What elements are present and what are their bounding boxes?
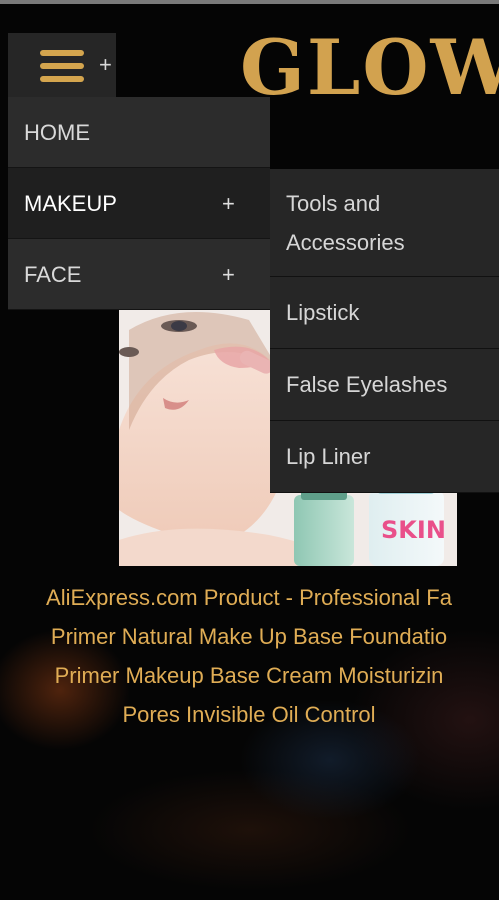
nav-item-face[interactable]: FACE + xyxy=(8,239,270,310)
caption-line: AliExpress.com Product - Professional Fa xyxy=(46,585,452,610)
caption-line: Pores Invisible Oil Control xyxy=(122,702,376,727)
status-strip xyxy=(0,0,499,4)
nav-item-home[interactable]: HOME xyxy=(8,97,270,168)
submenu-item-label: Tools and Accessories xyxy=(286,191,405,255)
nav-item-label: MAKEUP xyxy=(24,191,117,216)
nav-item-label: FACE xyxy=(24,262,82,287)
submenu-item-label: Lip Liner xyxy=(286,444,371,469)
menu-toggle-button[interactable]: + xyxy=(8,33,116,99)
submenu-item-lip-liner[interactable]: Lip Liner xyxy=(270,421,499,493)
expand-plus-icon[interactable]: + xyxy=(222,168,235,239)
expand-plus-icon[interactable]: + xyxy=(222,239,235,310)
submenu-item-label: False Eyelashes xyxy=(286,372,448,397)
nav-item-makeup[interactable]: MAKEUP + xyxy=(8,168,270,239)
submenu-item-label: Lipstick xyxy=(286,300,360,325)
submenu-item-tools-and-accessories[interactable]: Tools and Accessories xyxy=(270,169,499,277)
caption-line: Primer Makeup Base Cream Moisturizin xyxy=(54,663,444,688)
product-caption-link[interactable]: AliExpress.com Product - Professional Fa… xyxy=(0,578,499,734)
caption-line: Primer Natural Make Up Base Foundatio xyxy=(50,624,448,649)
nav-item-label: HOME xyxy=(24,120,90,145)
hamburger-icon xyxy=(40,50,84,82)
submenu-item-false-eyelashes[interactable]: False Eyelashes xyxy=(270,349,499,421)
main-nav-menu: HOME MAKEUP + FACE + xyxy=(8,97,270,310)
makeup-submenu: Tools and Accessories Lipstick False Eye… xyxy=(270,169,499,493)
submenu-item-lipstick[interactable]: Lipstick xyxy=(270,277,499,349)
site-logo[interactable]: GLOW xyxy=(240,30,499,106)
plus-icon: + xyxy=(99,52,112,77)
bottle-label-text: SKIN xyxy=(381,516,446,544)
